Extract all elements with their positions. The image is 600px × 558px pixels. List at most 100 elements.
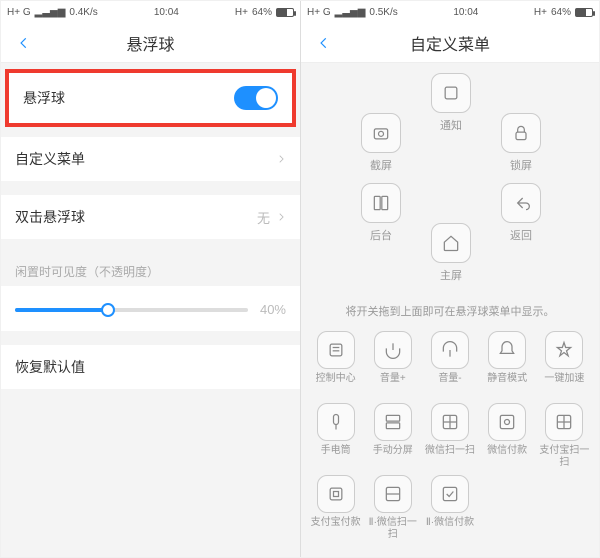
radial-item-home[interactable]: 主屏: [421, 223, 481, 283]
shortcut-label: 微信扫一扫: [423, 445, 476, 469]
shortcut-item[interactable]: 微信付款: [481, 403, 534, 469]
shortcut-label: 静音模式: [481, 373, 534, 397]
shortcut-icon: [431, 475, 469, 513]
shortcut-icon: [545, 403, 583, 441]
shortcut-label: 一键加速: [538, 373, 591, 397]
shortcut-label: 支付宝扫一扫: [538, 445, 591, 469]
double-tap-value: 无: [257, 208, 270, 227]
notification-icon: [431, 73, 471, 113]
shortcut-label: 手动分屏: [366, 445, 419, 469]
clock: 10:04: [453, 7, 478, 18]
battery-pct: 64%: [252, 7, 272, 18]
radial-label: 通知: [421, 117, 481, 133]
back-button[interactable]: [9, 23, 39, 62]
recents-icon: [361, 183, 401, 223]
highlight-box: 悬浮球: [5, 69, 296, 127]
shortcut-item[interactable]: 支付宝扫一扫: [538, 403, 591, 469]
main-toggle-switch[interactable]: [234, 86, 278, 110]
opacity-section-label: 闲置时可见度（不透明度）: [1, 253, 300, 286]
lock-icon: [501, 113, 541, 153]
home-icon: [431, 223, 471, 263]
shortcut-icon: [488, 331, 526, 369]
battery-icon: [276, 8, 294, 17]
screenshot-icon: [361, 113, 401, 153]
shortcut-icon: [317, 403, 355, 441]
battery-icon: [575, 8, 593, 17]
carrier-text: H+ G: [7, 7, 31, 18]
title-bar: 悬浮球: [1, 23, 300, 63]
shortcut-label: 控制中心: [309, 373, 362, 397]
slider-thumb[interactable]: [101, 303, 115, 317]
shortcut-icon: [374, 475, 412, 513]
shortcut-icon: [374, 403, 412, 441]
shortcut-icon: [317, 331, 355, 369]
battery-pct: 64%: [551, 7, 571, 18]
back-arrow-icon: [501, 183, 541, 223]
radial-item-recents[interactable]: 后台: [351, 183, 411, 243]
main-toggle-row[interactable]: 悬浮球: [9, 73, 292, 123]
shortcut-item[interactable]: 音量-: [423, 331, 476, 397]
status-bar: H+ G ▂▃▅▆ 0.5K/s 10:04 H+ 64%: [301, 1, 599, 23]
radial-item-notification[interactable]: 通知: [421, 73, 481, 133]
shortcut-icon: [431, 403, 469, 441]
radial-item-screenshot[interactable]: 截屏: [351, 113, 411, 173]
opacity-slider-row: 40%: [1, 286, 300, 331]
shortcut-icon: [317, 475, 355, 513]
custom-menu-row[interactable]: 自定义菜单: [1, 137, 300, 181]
signal-bars: ▂▃▅▆: [335, 7, 366, 18]
opacity-value: 40%: [260, 302, 286, 317]
net-speed: 0.5K/s: [369, 7, 397, 18]
radial-menu: 通知 截屏 锁屏 后台 返回: [301, 63, 599, 293]
shortcut-label: Ⅱ·微信扫一扫: [366, 517, 419, 541]
radial-label: 返回: [491, 227, 551, 243]
back-button[interactable]: [309, 23, 339, 62]
status-bar: H+ G ▂▃▅▆ 0.4K/s 10:04 H+ 64%: [1, 1, 300, 23]
clock: 10:04: [154, 7, 179, 18]
shortcut-label: Ⅱ·微信付款: [423, 517, 476, 541]
page-title: 自定义菜单: [410, 31, 490, 55]
opacity-slider[interactable]: [15, 308, 248, 312]
shortcut-item[interactable]: 手电筒: [309, 403, 362, 469]
shortcut-item[interactable]: Ⅱ·微信付款: [423, 475, 476, 541]
chevron-right-icon: [276, 152, 286, 167]
shortcut-icon: [488, 403, 526, 441]
h-plus-indicator: H+: [534, 7, 547, 18]
custom-menu-label: 自定义菜单: [15, 149, 85, 169]
shortcut-icon: [431, 331, 469, 369]
shortcut-item[interactable]: 音量+: [366, 331, 419, 397]
shortcut-item[interactable]: 支付宝付款: [309, 475, 362, 541]
shortcut-grid: 控制中心音量+音量-静音模式一键加速手电筒手动分屏微信扫一扫微信付款支付宝扫一扫…: [309, 331, 591, 541]
shortcut-item[interactable]: 手动分屏: [366, 403, 419, 469]
carrier-text: H+ G: [307, 7, 331, 18]
radial-label: 锁屏: [491, 157, 551, 173]
shortcut-item[interactable]: 一键加速: [538, 331, 591, 397]
radial-label: 截屏: [351, 157, 411, 173]
shortcut-label: 微信付款: [481, 445, 534, 469]
drag-hint-text: 将开关拖到上面即可在悬浮球菜单中显示。: [301, 293, 599, 327]
main-toggle-label: 悬浮球: [23, 88, 65, 108]
left-screen: H+ G ▂▃▅▆ 0.4K/s 10:04 H+ 64% 悬浮球 悬浮球: [1, 1, 300, 557]
restore-defaults-label: 恢复默认值: [15, 357, 85, 377]
restore-defaults-row[interactable]: 恢复默认值: [1, 345, 300, 389]
shortcut-icon: [374, 331, 412, 369]
shortcut-label: 音量+: [366, 373, 419, 397]
radial-label: 后台: [351, 227, 411, 243]
title-bar: 自定义菜单: [301, 23, 599, 63]
shortcut-item[interactable]: 微信扫一扫: [423, 403, 476, 469]
radial-item-back[interactable]: 返回: [491, 183, 551, 243]
radial-item-lock[interactable]: 锁屏: [491, 113, 551, 173]
shortcut-item[interactable]: 控制中心: [309, 331, 362, 397]
right-screen: H+ G ▂▃▅▆ 0.5K/s 10:04 H+ 64% 自定义菜单 通知: [300, 1, 599, 557]
net-speed: 0.4K/s: [69, 7, 97, 18]
shortcut-label: 支付宝付款: [309, 517, 362, 541]
shortcut-item[interactable]: Ⅱ·微信扫一扫: [366, 475, 419, 541]
shortcut-label: 音量-: [423, 373, 476, 397]
radial-label: 主屏: [421, 267, 481, 283]
signal-bars: ▂▃▅▆: [35, 7, 66, 18]
shortcut-label: 手电筒: [309, 445, 362, 469]
double-tap-label: 双击悬浮球: [15, 207, 85, 227]
page-title: 悬浮球: [126, 31, 174, 55]
chevron-right-icon: [276, 210, 286, 225]
double-tap-row[interactable]: 双击悬浮球 无: [1, 195, 300, 239]
shortcut-item[interactable]: 静音模式: [481, 331, 534, 397]
